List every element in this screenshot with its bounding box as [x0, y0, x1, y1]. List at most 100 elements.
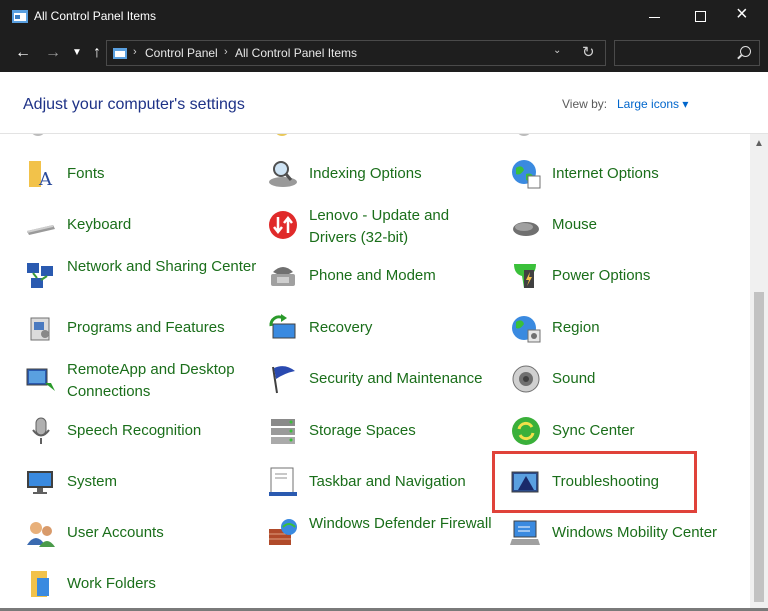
- item-indexing[interactable]: Indexing Options: [267, 154, 499, 194]
- taskbar-icon: [269, 467, 297, 496]
- maximize-icon: [695, 11, 706, 22]
- item-label: Internet Options: [552, 165, 659, 182]
- system-monitor-icon: [27, 471, 53, 494]
- item-label: Sync Center: [552, 422, 635, 439]
- control-panel-icon: [12, 10, 28, 23]
- item-label: Keyboard: [67, 216, 132, 233]
- item-remoteapp[interactable]: RemoteApp and Desktop Connections: [25, 359, 257, 400]
- chevron-down-icon[interactable]: ⌄: [553, 45, 561, 56]
- item-label: User Accounts: [67, 524, 164, 541]
- page-title: Adjust your computer's settings: [23, 96, 245, 113]
- view-by-dropdown[interactable]: Large icons ▾: [617, 97, 688, 111]
- item-user-accounts[interactable]: User Accounts: [25, 513, 257, 553]
- breadcrumb-control-panel[interactable]: Control Panel: [145, 46, 218, 60]
- item-label: Region: [552, 319, 600, 336]
- partial-icon: [516, 134, 532, 136]
- item-label: Fonts: [67, 165, 105, 182]
- item-work-folders[interactable]: Work Folders: [25, 564, 257, 604]
- sound-icon: [512, 365, 540, 393]
- user-accounts-icon: [27, 522, 55, 547]
- recent-locations-button[interactable]: ▼: [66, 41, 88, 65]
- item-keyboard[interactable]: Keyboard: [25, 205, 257, 245]
- item-mouse[interactable]: Mouse: [510, 205, 742, 245]
- title-bar: All Control Panel Items ×: [0, 0, 768, 34]
- item-network[interactable]: Network and Sharing Center: [25, 256, 257, 296]
- arrow-left-icon: ←: [15, 44, 31, 61]
- item-programs[interactable]: Programs and Features: [25, 308, 257, 348]
- region-icon: [512, 316, 541, 343]
- close-button[interactable]: ×: [722, 0, 768, 34]
- item-label: Security and Maintenance: [309, 370, 483, 387]
- item-label: Network and Sharing Center: [67, 258, 257, 275]
- address-bar[interactable]: › Control Panel › All Control Panel Item…: [106, 40, 606, 66]
- item-storage[interactable]: Storage Spaces: [267, 411, 499, 451]
- storage-spaces-icon: [271, 419, 295, 444]
- scrollbar-thumb[interactable]: [754, 292, 764, 602]
- minimize-button[interactable]: [632, 0, 678, 34]
- arrow-up-icon: ↑: [93, 44, 101, 61]
- item-label: Taskbar and Navigation: [309, 473, 466, 490]
- item-label: Phone and Modem: [309, 267, 436, 284]
- item-label: Lenovo - Update and Drivers (32-bit): [309, 207, 450, 246]
- search-input[interactable]: [614, 40, 760, 66]
- item-recovery[interactable]: Recovery: [267, 308, 499, 348]
- internet-options-icon: [512, 160, 541, 189]
- security-flag-icon: [272, 366, 295, 394]
- partial-icon: [30, 134, 46, 136]
- network-icon: [27, 263, 53, 288]
- item-speech[interactable]: Speech Recognition: [25, 411, 257, 451]
- up-button[interactable]: ↑: [86, 41, 108, 65]
- work-folders-icon: [31, 571, 49, 597]
- fonts-icon: A: [29, 161, 53, 190]
- minimize-icon: [649, 17, 660, 18]
- item-label: Windows Mobility Center: [552, 524, 718, 541]
- item-power-options[interactable]: Power Options: [510, 256, 742, 296]
- remoteapp-icon: [26, 368, 55, 391]
- item-label: RemoteApp and Desktop Connections: [67, 361, 235, 400]
- item-system[interactable]: System: [25, 462, 257, 502]
- item-label: Windows Defender Firewall: [309, 515, 492, 532]
- item-fonts[interactable]: A Fonts: [25, 154, 257, 194]
- search-icon: [740, 46, 751, 57]
- item-security[interactable]: Security and Maintenance: [267, 359, 499, 399]
- programs-features-icon: [30, 317, 50, 341]
- item-label: Recovery: [309, 319, 373, 336]
- partial-icon: [274, 134, 290, 136]
- keyboard-icon: [27, 225, 55, 235]
- item-taskbar[interactable]: Taskbar and Navigation: [267, 462, 499, 502]
- item-region[interactable]: Region: [510, 308, 742, 348]
- refresh-icon[interactable]: ↻: [582, 43, 595, 61]
- item-label: Speech Recognition: [67, 422, 202, 439]
- maximize-button[interactable]: [678, 0, 724, 34]
- item-firewall[interactable]: Windows Defender Firewall: [267, 513, 499, 553]
- item-label: Programs and Features: [67, 319, 225, 336]
- item-sync-center[interactable]: Sync Center: [510, 411, 742, 451]
- item-mobility-center[interactable]: Windows Mobility Center: [510, 513, 742, 553]
- firewall-icon: [269, 519, 297, 545]
- item-label: Work Folders: [67, 575, 156, 592]
- microphone-icon: [32, 417, 50, 444]
- back-button[interactable]: ←: [12, 41, 34, 65]
- item-phone-modem[interactable]: Phone and Modem: [267, 256, 499, 296]
- troubleshooting-highlight-box: [492, 451, 697, 513]
- window-title: All Control Panel Items: [34, 9, 157, 23]
- power-options-icon: [514, 264, 536, 288]
- item-label: Indexing Options: [309, 165, 422, 182]
- vertical-scrollbar[interactable]: ▲: [750, 134, 768, 611]
- item-sound[interactable]: Sound: [510, 359, 742, 399]
- phone-modem-icon: [271, 267, 295, 286]
- item-label: Storage Spaces: [309, 422, 416, 439]
- breadcrumb-all-items[interactable]: All Control Panel Items: [235, 46, 357, 60]
- indexing-options-icon: [269, 161, 297, 187]
- item-label: System: [67, 473, 118, 490]
- item-lenovo[interactable]: Lenovo - Update and Drivers (32-bit): [267, 205, 499, 246]
- close-icon: ×: [736, 3, 748, 25]
- control-panel-icon: [113, 48, 127, 59]
- svg-text:A: A: [38, 169, 53, 190]
- item-label: Power Options: [552, 267, 651, 284]
- item-internet-options[interactable]: Internet Options: [510, 154, 742, 194]
- view-by-label: View by:: [562, 97, 608, 111]
- item-label: Sound: [552, 370, 596, 387]
- forward-button[interactable]: →: [42, 41, 64, 65]
- scroll-up-icon[interactable]: ▲: [754, 138, 764, 149]
